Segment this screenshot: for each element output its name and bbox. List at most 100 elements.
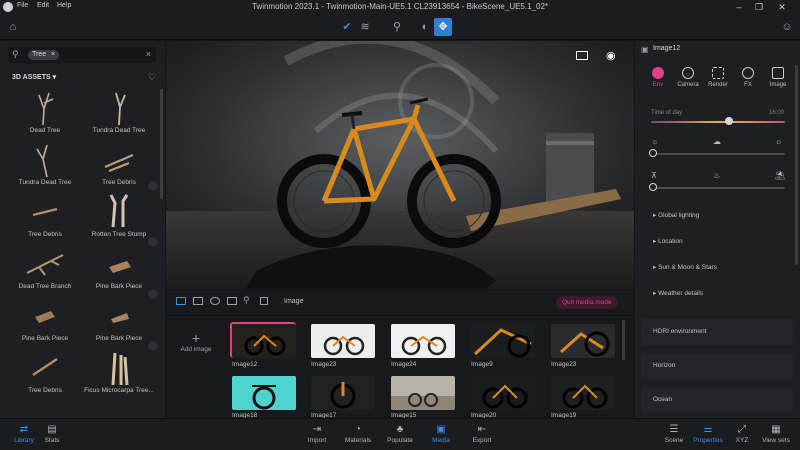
search-tag-chip[interactable]: Tree × <box>28 50 60 60</box>
card-hdri-environment[interactable]: HDRI environment <box>641 319 793 345</box>
user-icon[interactable]: ☺ <box>778 18 796 36</box>
asset-item[interactable]: Pine Bark Piece <box>84 297 154 349</box>
time-of-day-slider[interactable] <box>651 121 785 123</box>
remove-tag-icon[interactable]: × <box>51 51 55 58</box>
thermometer-icon: ♨ <box>713 171 721 180</box>
download-icon[interactable] <box>148 237 158 247</box>
weather-slider-handle[interactable] <box>649 149 657 157</box>
dock-scene[interactable]: ☰ Scene <box>656 423 692 444</box>
eye-visibility-icon[interactable]: ◉ <box>606 49 616 62</box>
panorama-mode-icon[interactable] <box>210 297 220 305</box>
dock-media[interactable]: ▣ Media <box>423 423 459 444</box>
download-icon[interactable] <box>148 181 158 191</box>
asset-label: Tree Debris <box>28 231 62 238</box>
thumbnail-label: Image23 <box>311 361 337 368</box>
season-slider[interactable] <box>653 187 785 189</box>
dock-xyz[interactable]: ⤢ XYZ <box>724 423 760 444</box>
dock-export[interactable]: ⇤ Export <box>464 423 500 444</box>
split-view-icon[interactable] <box>576 51 588 60</box>
top-toolbar: ⌂ ✔ ≋ ⚲ ◐ ✥ ☺ <box>0 14 800 40</box>
image-mode-icon[interactable] <box>176 297 186 305</box>
quit-media-mode-button[interactable]: Quit media mode <box>556 296 618 309</box>
search-tag-label: Tree <box>32 51 47 58</box>
search-field[interactable]: ⚲ Tree × × <box>8 47 156 63</box>
asset-item[interactable]: Tundra Dead Tree <box>10 141 80 193</box>
chevron-down-icon: ▾ <box>52 74 57 81</box>
tab-image[interactable]: Image <box>763 67 793 88</box>
season-slider-handle[interactable] <box>649 183 657 191</box>
asset-item[interactable]: Ficus Microcarpa Tree... <box>84 349 154 401</box>
move-tool-icon[interactable]: ✥ <box>434 18 452 36</box>
cloud-icon: ☁ <box>713 137 721 146</box>
thumbnail[interactable] <box>471 376 535 410</box>
thumbnail[interactable] <box>551 324 615 358</box>
thumbnail-label: Image12 <box>232 361 258 368</box>
dock-import[interactable]: ⇥ Import <box>299 423 335 444</box>
dock-view-sets[interactable]: ▦ View sets <box>758 423 794 444</box>
asset-item[interactable]: Pine Bark Piece <box>10 297 80 349</box>
time-slider-handle[interactable] <box>725 117 733 125</box>
assets-category-dropdown[interactable]: 3D ASSETS ▾ <box>12 73 56 81</box>
home-icon[interactable]: ⌂ <box>4 18 22 36</box>
dock-populate[interactable]: ♣ Populate <box>382 423 418 444</box>
thumbnail[interactable] <box>232 324 296 358</box>
camera-icon <box>682 67 694 79</box>
thumbnail[interactable] <box>232 376 296 410</box>
section-global-lighting[interactable]: ▸ Global lighting <box>653 211 699 219</box>
thumbnail[interactable] <box>391 324 455 358</box>
tab-camera[interactable]: Camera <box>673 67 703 88</box>
presentation-mode-icon[interactable] <box>260 297 268 305</box>
card-ocean[interactable]: Ocean <box>641 387 793 413</box>
asset-item[interactable]: Pine Bark Piece <box>84 245 154 297</box>
close-icon[interactable]: ✕ <box>775 1 789 13</box>
section-sun-moon-stars[interactable]: ▸ Sun & Moon & Stars <box>653 263 717 271</box>
add-image-button[interactable]: + Add image <box>176 330 216 353</box>
media-scrollbar[interactable] <box>622 320 625 360</box>
library-scrollbar[interactable] <box>160 89 163 199</box>
library-panel: ⚲ Tree × × 3D ASSETS ▾ ♡ Dead Tree Tundr… <box>0 41 165 418</box>
poster-mode-icon[interactable] <box>227 297 237 305</box>
grid-snap-icon[interactable]: ≋ <box>356 18 374 36</box>
section-weather-details[interactable]: ▸ Weather details <box>653 289 703 297</box>
thumbnail[interactable] <box>311 324 375 358</box>
maximize-icon[interactable]: ❐ <box>752 1 766 13</box>
snap-check-icon[interactable]: ✔ <box>338 18 356 36</box>
asset-item[interactable]: Tundra Dead Tree <box>84 89 154 141</box>
asset-item[interactable]: Tree Debris <box>10 193 80 245</box>
pick-tool-icon[interactable]: ⚲ <box>388 18 406 36</box>
section-location[interactable]: ▸ Location <box>653 237 683 245</box>
asset-label: Ficus Microcarpa Tree... <box>84 387 154 394</box>
thumbnail[interactable] <box>311 376 375 410</box>
asset-item[interactable]: Dead Tree Branch <box>10 245 80 297</box>
properties-panel: ▣ Image12 Env Camera Render FX Image Tim… <box>635 41 800 418</box>
3d-viewport[interactable]: ◉ <box>166 41 634 289</box>
cold-icon: ⊼ <box>651 171 657 180</box>
card-label: Ocean <box>653 396 673 403</box>
chevron-right-icon: ▸ <box>653 264 657 271</box>
asset-item[interactable]: Dead Tree <box>10 89 80 141</box>
dock-properties[interactable]: ⚌ Properties <box>690 423 726 444</box>
thumbnail[interactable] <box>391 376 455 410</box>
card-horizon[interactable]: Horizon <box>641 353 793 379</box>
dock-stats[interactable]: ▤ Stats <box>34 423 70 444</box>
tab-fx[interactable]: FX <box>733 67 763 88</box>
dock-materials[interactable]: ◔ Materials <box>340 423 376 444</box>
tab-env[interactable]: Env <box>643 67 673 88</box>
video-mode-icon[interactable] <box>193 297 203 305</box>
thumbnail[interactable] <box>471 324 535 358</box>
download-icon[interactable] <box>148 289 158 299</box>
tab-render[interactable]: Render <box>703 67 733 88</box>
asset-item[interactable]: Tree Debris <box>10 349 80 401</box>
phased-mode-icon[interactable]: ⚲ <box>243 295 250 306</box>
download-icon[interactable] <box>148 341 158 351</box>
properties-scrollbar[interactable] <box>795 65 798 265</box>
asset-item[interactable]: Rotten Tree Stump <box>84 193 154 245</box>
toggle-icon[interactable]: ◐ <box>416 18 434 36</box>
weather-slider[interactable] <box>653 153 785 155</box>
thumbnail[interactable] <box>551 376 615 410</box>
clear-search-icon[interactable]: × <box>146 49 151 59</box>
asset-item[interactable]: Tree Debris <box>84 141 154 193</box>
import-icon: ⇥ <box>312 424 322 435</box>
minimize-icon[interactable]: – <box>732 1 746 13</box>
favorite-heart-icon[interactable]: ♡ <box>148 72 156 83</box>
